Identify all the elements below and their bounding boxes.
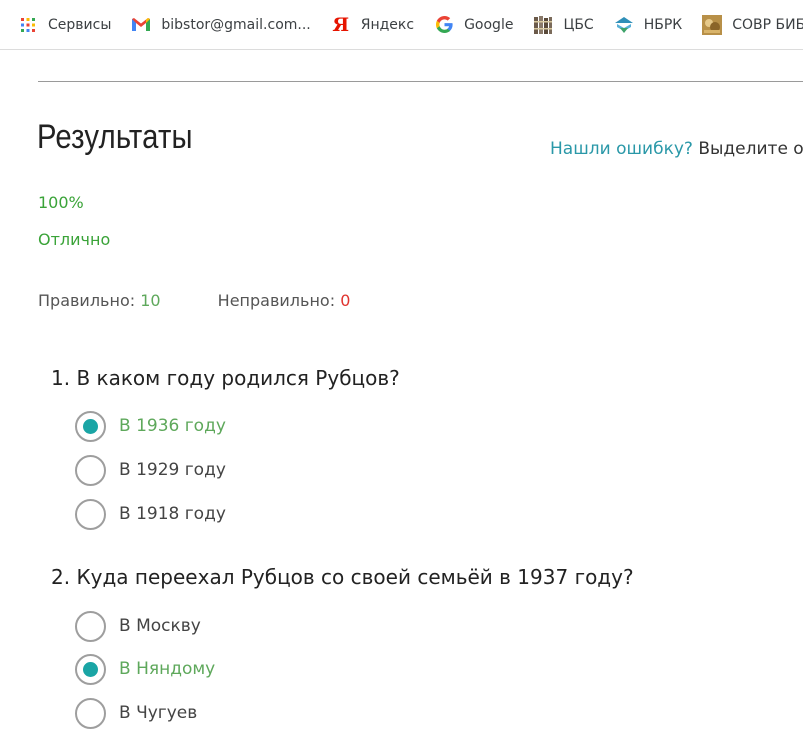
answer-option[interactable]: В Чугуев <box>75 697 197 729</box>
bookmark-services[interactable]: Сервисы <box>18 15 111 35</box>
score-stats: Правильно: 10 Неправильно: 0 <box>38 291 350 310</box>
bookmark-label: Google <box>464 16 514 33</box>
bookmark-yandex[interactable]: Я Яндекс <box>331 15 414 35</box>
radio-button[interactable] <box>75 498 106 530</box>
page-title: Результаты <box>37 118 193 156</box>
answer-label: В Чугуев <box>119 703 198 723</box>
answer-label: В Няндому <box>119 659 216 679</box>
bookmark-label: ЦБС <box>563 16 594 33</box>
report-error-link[interactable]: Нашли ошибку? <box>550 139 693 159</box>
answer-label: В 1936 году <box>119 416 226 436</box>
bookmark-label: Яндекс <box>360 16 415 33</box>
bookmark-label: НБРК <box>643 16 683 33</box>
radio-button[interactable] <box>75 697 106 729</box>
report-error-text: Выделите оши <box>698 139 803 159</box>
correct-label: Правильно: <box>38 291 136 310</box>
radio-button[interactable] <box>75 610 106 642</box>
correct-count: 10 <box>140 291 161 310</box>
bookmark-cbs[interactable]: ЦБС <box>533 15 594 35</box>
error-report-hint: Нашли ошибку? Выделите оши <box>550 139 803 159</box>
google-icon <box>434 15 454 35</box>
radio-button[interactable] <box>75 653 106 685</box>
bookmark-google[interactable]: Google <box>434 15 513 35</box>
divider <box>38 81 803 82</box>
books-icon <box>533 15 553 35</box>
score-grade: Отлично <box>38 230 111 249</box>
answer-option[interactable]: В Няндому <box>75 653 215 685</box>
question-1-text: 1. В каком году родился Рубцов? <box>51 366 400 390</box>
score-percent: 100% <box>38 193 84 212</box>
bookmark-nbrk[interactable]: НБРК <box>614 15 683 35</box>
answer-option[interactable]: В Москву <box>75 610 201 642</box>
gmail-icon <box>131 15 151 35</box>
radio-button[interactable] <box>75 454 106 486</box>
answer-option[interactable]: В 1929 году <box>75 454 226 486</box>
radio-button[interactable] <box>75 410 106 442</box>
answer-label: В 1918 году <box>119 504 226 524</box>
bookmark-label: bibstor@gmail.com... <box>161 16 311 33</box>
wrong-label: Неправильно: <box>217 291 336 310</box>
bookmark-gmail[interactable]: bibstor@gmail.com... <box>131 15 311 35</box>
bookmark-sovr-bib[interactable]: СОВР БИБ <box>702 14 803 35</box>
yandex-icon: Я <box>332 13 350 36</box>
photo-favicon <box>702 14 723 35</box>
answer-label: В Москву <box>119 616 201 636</box>
bookmark-label: Сервисы <box>48 16 112 33</box>
bookmark-label: СОВР БИБ <box>732 16 803 33</box>
question-2-text: 2. Куда переехал Рубцов со своей семьёй … <box>51 565 634 589</box>
apps-grid-icon <box>18 15 38 35</box>
answer-option[interactable]: В 1918 году <box>75 498 226 530</box>
answer-label: В 1929 году <box>119 460 226 480</box>
wrong-count: 0 <box>340 291 351 310</box>
bookmarks-bar: Сервисы bibstor@gmail.com... Я Яндекс Go… <box>0 0 803 50</box>
answer-option[interactable]: В 1936 году <box>75 410 226 442</box>
library-icon <box>614 15 634 35</box>
